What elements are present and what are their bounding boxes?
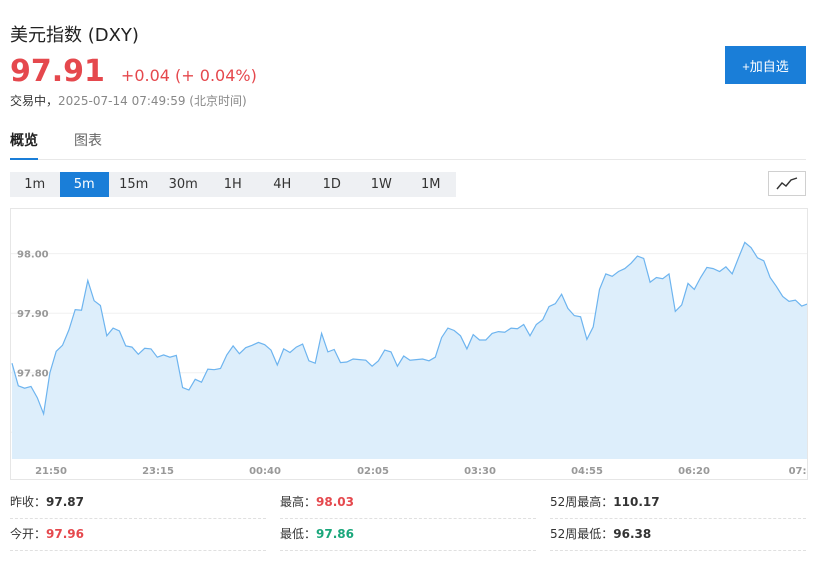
trading-status: 交易中，2025-07-14 07:49:59 (北京时间) (10, 92, 247, 109)
stat-low: 最低：97.86 (280, 519, 536, 551)
stat-value: 96.38 (613, 527, 652, 541)
price-chart[interactable]: 98.0097.9097.8097.7021:5023:1500:4002:05… (10, 208, 808, 480)
x-tick-label: 07:4 (789, 466, 808, 477)
stat-value: 97.86 (316, 527, 354, 541)
tab-bar: 概览 图表 (10, 130, 806, 160)
tab-chart[interactable]: 图表 (74, 130, 102, 160)
x-tick-label: 00:40 (249, 466, 281, 477)
line-chart-icon (776, 176, 798, 189)
stat-prev-close: 昨收：97.87 (10, 487, 266, 519)
stat-open: 今开：97.96 (10, 519, 266, 551)
interval-1w[interactable]: 1W (357, 172, 407, 197)
stat-label: 最高： (280, 495, 317, 509)
x-tick-label: 03:30 (464, 466, 496, 477)
stat-52w-high: 52周最高：110.17 (550, 487, 806, 519)
page-title: 美元指数 (DXY) (10, 25, 139, 46)
x-tick-label: 23:15 (142, 466, 174, 477)
current-price: 97.91 (10, 54, 105, 89)
stat-label: 最低： (280, 527, 317, 541)
stat-value: 97.87 (46, 495, 84, 509)
price-chart-svg: 98.0097.9097.8097.7021:5023:1500:4002:05… (11, 241, 808, 477)
x-tick-label: 06:20 (678, 466, 710, 477)
interval-15m[interactable]: 15m (109, 172, 159, 197)
interval-1mo[interactable]: 1M (406, 172, 456, 197)
stat-value: 97.96 (46, 527, 84, 541)
chart-type-toggle[interactable] (768, 171, 806, 196)
interval-1m[interactable]: 1m (10, 172, 60, 197)
interval-selector: 1m 5m 15m 30m 1H 4H 1D 1W 1M (10, 172, 456, 197)
price-row: 97.91 +0.04 (+ 0.04%) (10, 54, 257, 89)
stat-value: 110.17 (613, 495, 660, 509)
y-tick-label: 98.00 (17, 250, 49, 261)
x-tick-label: 02:05 (357, 466, 389, 477)
add-to-watchlist-button[interactable]: +加自选 (725, 46, 806, 84)
stat-label: 52周最高： (550, 495, 614, 509)
stat-value: 98.03 (316, 495, 354, 509)
interval-30m[interactable]: 30m (159, 172, 209, 197)
interval-5m[interactable]: 5m (59, 172, 109, 197)
y-tick-label: 97.90 (17, 309, 49, 320)
stat-label: 今开： (10, 527, 47, 541)
interval-1d[interactable]: 1D (307, 172, 357, 197)
stat-high: 最高：98.03 (280, 487, 536, 519)
x-tick-label: 21:50 (35, 466, 67, 477)
stat-label: 52周最低： (550, 527, 614, 541)
timestamp: 2025-07-14 07:49:59 (北京时间) (58, 94, 247, 108)
stat-52w-low: 52周最低：96.38 (550, 519, 806, 551)
tab-overview[interactable]: 概览 (10, 130, 38, 160)
price-change: +0.04 (+ 0.04%) (120, 66, 257, 85)
series-area (12, 242, 807, 459)
interval-1h[interactable]: 1H (208, 172, 258, 197)
y-tick-label: 97.80 (17, 369, 49, 380)
interval-4h[interactable]: 4H (258, 172, 308, 197)
stat-label: 昨收： (10, 495, 47, 509)
status-label: 交易中， (10, 94, 59, 108)
x-tick-label: 04:55 (571, 466, 603, 477)
